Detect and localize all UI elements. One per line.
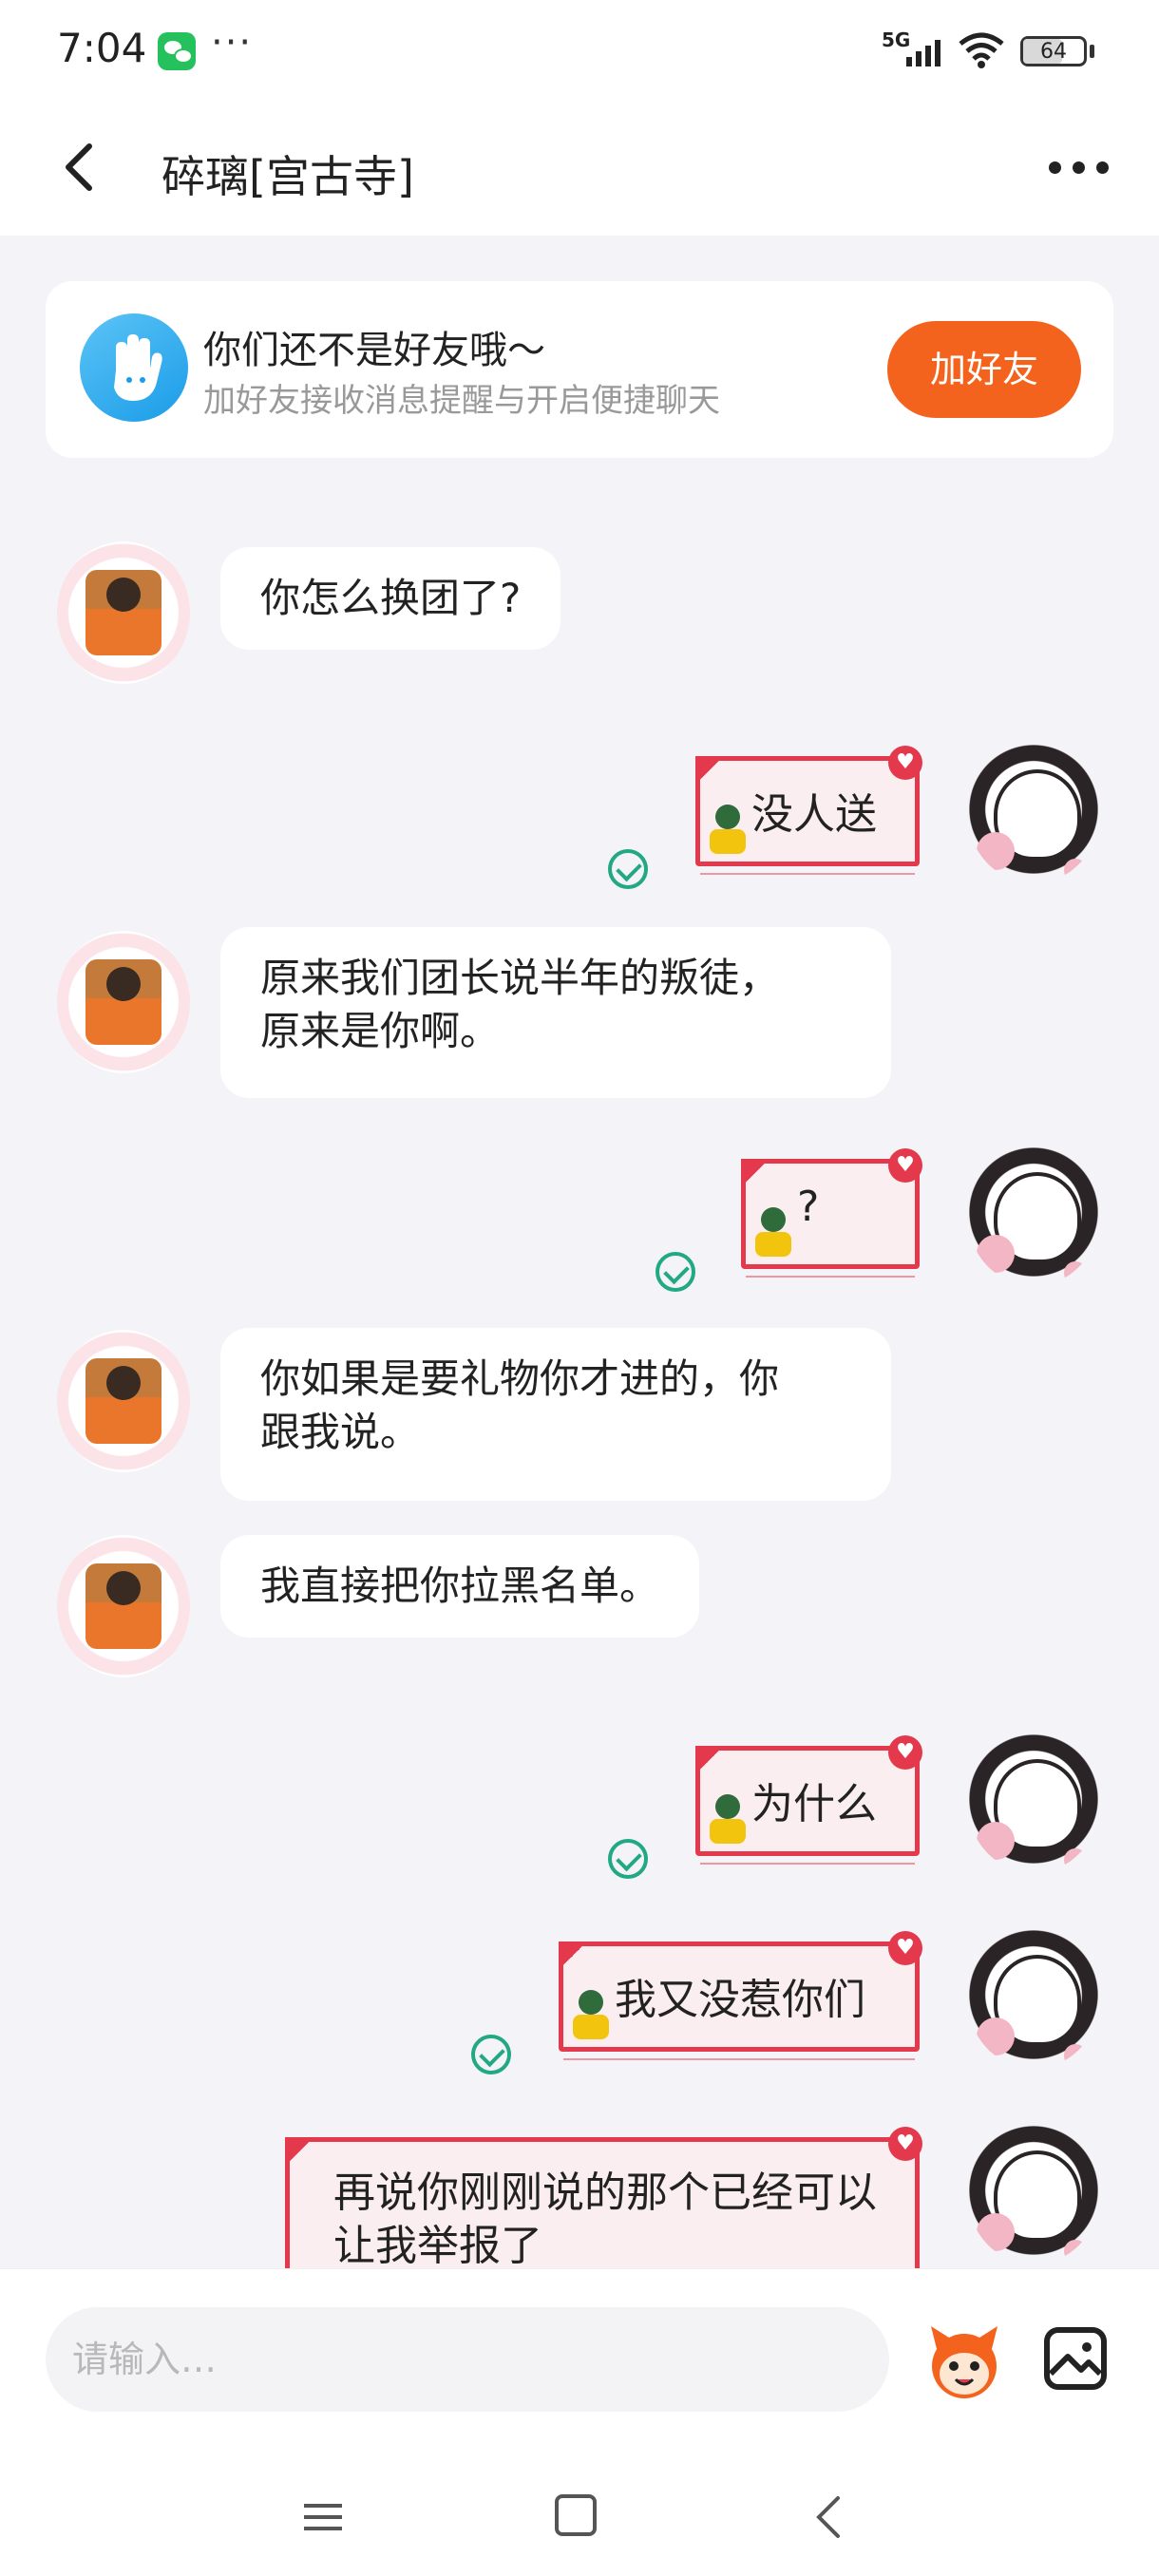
bubble-underline-decoration (746, 1276, 915, 1281)
message-text: 为什么 (751, 1780, 877, 1828)
heart-badge-icon: ♥ (888, 1735, 922, 1770)
bubble-sticker-icon (751, 1203, 795, 1260)
message-text: ? (797, 1183, 820, 1231)
bubble-underline-decoration (700, 873, 915, 879)
emoji-mascot-icon[interactable] (923, 2320, 1005, 2402)
incoming-message-bubble[interactable]: 你如果是要礼物你才进的，你 跟我说。 (220, 1328, 891, 1501)
read-check-icon (608, 849, 648, 889)
status-bar: 7:04 ··· 5G 64 (0, 0, 1159, 104)
more-dot (1073, 161, 1085, 174)
heart-badge-icon: ♥ (888, 746, 922, 780)
home-square-icon[interactable] (555, 2494, 597, 2536)
bubble-corner-decoration (741, 1159, 770, 1187)
wechat-icon (158, 32, 196, 70)
bubble-underline-decoration (563, 2058, 915, 2064)
incoming-message-bubble[interactable]: 原来我们团长说半年的叛徒， 原来是你啊。 (220, 927, 891, 1098)
banner-title: 你们还不是好友哦～ (203, 329, 545, 372)
heart-badge-icon: ♥ (888, 2127, 922, 2161)
contact-avatar[interactable] (57, 541, 190, 684)
read-check-icon (656, 1252, 695, 1292)
message-input-bar (0, 2268, 1159, 2458)
my-avatar[interactable] (967, 1926, 1100, 2069)
status-time: 7:04 (57, 25, 147, 71)
read-check-icon (471, 2035, 511, 2074)
add-friend-button[interactable]: 加好友 (887, 321, 1081, 418)
read-check-icon (608, 1839, 648, 1879)
more-dot (1096, 161, 1109, 174)
back-button[interactable] (53, 139, 110, 196)
bubble-sticker-icon (569, 1986, 613, 2043)
message-input[interactable] (46, 2307, 889, 2412)
bubble-corner-decoration (695, 1746, 724, 1774)
outgoing-message-bubble[interactable]: ♥ 我又没惹你们 (559, 1931, 922, 2060)
incoming-message-bubble[interactable]: 你怎么换团了? (220, 547, 561, 650)
more-dot (1049, 161, 1061, 174)
menu-icon[interactable] (302, 2496, 344, 2538)
my-avatar[interactable] (967, 1731, 1100, 1873)
heart-badge-icon: ♥ (888, 1931, 922, 1965)
message-text: 我又没惹你们 (615, 1976, 865, 2024)
banner-subtitle: 加好友接收消息提醒与开启便捷聊天 (203, 382, 720, 420)
bubble-sticker-icon (706, 801, 750, 858)
heart-badge-icon: ♥ (888, 1148, 922, 1183)
status-more-icon: ··· (211, 21, 254, 65)
my-avatar[interactable] (967, 2122, 1100, 2264)
friend-request-banner: 你们还不是好友哦～ 加好友接收消息提醒与开启便捷聊天 加好友 (46, 281, 1113, 458)
chat-header: 碎璃[宫古寺] (0, 104, 1159, 236)
bubble-sticker-icon (706, 1790, 750, 1847)
incoming-message-bubble[interactable]: 我直接把你拉黑名单。 (220, 1535, 700, 1638)
contact-avatar[interactable] (57, 1535, 190, 1677)
battery-icon: 64 (1020, 36, 1087, 66)
contact-avatar[interactable] (57, 1330, 190, 1472)
battery-level-label: 64 (1040, 40, 1067, 64)
bubble-corner-decoration (285, 2137, 314, 2166)
message-text: 再说你刚刚说的那个已经可以让我举报了 (333, 2169, 877, 2270)
back-chevron-icon[interactable] (809, 2494, 851, 2540)
wifi-icon (959, 32, 1004, 68)
bubble-corner-decoration (559, 1941, 587, 1970)
my-avatar[interactable] (967, 741, 1100, 883)
hand-wave-icon (80, 313, 188, 422)
system-nav-bar (0, 2458, 1159, 2576)
bubble-corner-decoration (695, 756, 724, 785)
my-avatar[interactable] (967, 1144, 1100, 1286)
outgoing-message-bubble[interactable]: ♥ ? (741, 1148, 922, 1278)
bubble-underline-decoration (700, 1863, 915, 1868)
outgoing-message-bubble[interactable]: ♥ 没人送 (695, 746, 922, 875)
outgoing-message-bubble[interactable]: ♥ 为什么 (695, 1735, 922, 1865)
contact-avatar[interactable] (57, 931, 190, 1073)
battery-cap (1090, 45, 1094, 58)
chat-title: 碎璃[宫古寺] (162, 151, 414, 202)
signal-icon (906, 40, 940, 66)
image-icon[interactable] (1041, 2324, 1110, 2393)
more-options-button[interactable] (1045, 148, 1113, 186)
message-text: 没人送 (751, 790, 877, 839)
